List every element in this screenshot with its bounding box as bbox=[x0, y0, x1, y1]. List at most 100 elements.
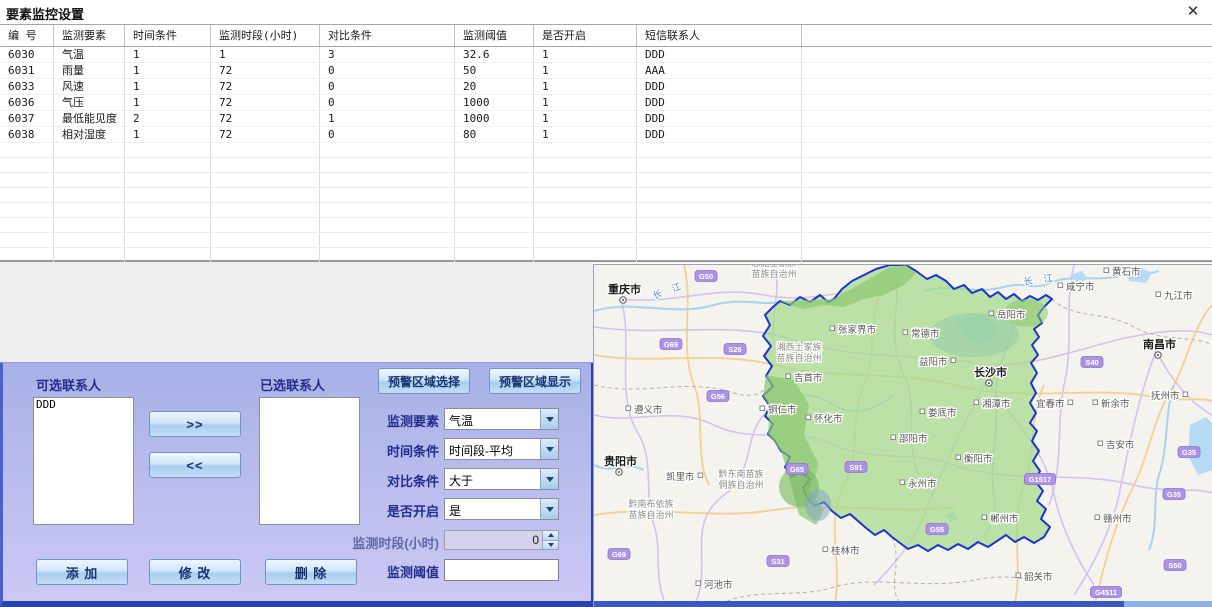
table-cell bbox=[637, 188, 802, 202]
move-left-button[interactable]: << bbox=[149, 452, 241, 478]
road-badge: G69 bbox=[660, 339, 682, 350]
table-filler bbox=[802, 203, 1212, 217]
table-row[interactable]: 6038相对湿度1720801DDD bbox=[0, 127, 1212, 143]
svg-text:永州市: 永州市 bbox=[908, 478, 937, 490]
table-cell bbox=[534, 173, 637, 187]
table-filler bbox=[802, 95, 1212, 110]
table-cell bbox=[534, 143, 637, 157]
column-header[interactable]: 时间条件 bbox=[125, 25, 211, 46]
table-cell: DDD bbox=[637, 79, 802, 94]
column-header[interactable]: 监测阈值 bbox=[455, 25, 534, 46]
column-header[interactable]: 编 号 bbox=[0, 25, 54, 46]
compare-condition-select[interactable]: 大于 bbox=[444, 468, 559, 490]
table-cell: 6033 bbox=[0, 79, 54, 94]
element-select[interactable]: 气温 bbox=[444, 408, 559, 430]
table-cell: 最低能见度 bbox=[54, 111, 125, 126]
table-empty-row bbox=[0, 158, 1212, 173]
table-cell: 1 bbox=[534, 111, 637, 126]
table-header-row: 编 号监测要素时间条件监测时段(小时)对比条件监测阈值是否开启短信联系人 bbox=[0, 25, 1212, 47]
svg-text:九江市: 九江市 bbox=[1164, 290, 1193, 302]
road-badge: G35 bbox=[1163, 489, 1185, 500]
table-cell bbox=[125, 173, 211, 187]
table-cell: 1 bbox=[211, 47, 320, 62]
table-cell bbox=[320, 218, 455, 232]
threshold-label: 监测阈值 bbox=[325, 562, 439, 581]
warning-region-display-button[interactable]: 预警区域显示 bbox=[489, 368, 581, 394]
table-cell bbox=[54, 158, 125, 172]
add-button[interactable]: 添 加 bbox=[36, 559, 128, 585]
map-panel[interactable]: G50G69S26G56S40G65S91G1517G35G35S50G4511… bbox=[593, 264, 1212, 607]
table-empty-row bbox=[0, 173, 1212, 188]
table-filler bbox=[802, 188, 1212, 202]
road-badge: S26 bbox=[724, 344, 746, 355]
time-condition-select[interactable]: 时间段-平均 bbox=[444, 438, 559, 460]
list-item[interactable]: DDD bbox=[34, 398, 133, 411]
svg-text:常德市: 常德市 bbox=[911, 328, 940, 340]
table-row[interactable]: 6030气温11332.61DDD bbox=[0, 47, 1212, 63]
available-contacts-listbox[interactable]: DDD bbox=[33, 397, 134, 525]
move-right-button[interactable]: >> bbox=[149, 411, 241, 437]
table-cell: 20 bbox=[455, 79, 534, 94]
threshold-input[interactable] bbox=[444, 559, 559, 581]
chevron-down-icon[interactable] bbox=[540, 439, 558, 459]
svg-text:S31: S31 bbox=[771, 557, 784, 566]
table-cell bbox=[211, 203, 320, 217]
svg-text:岳阳市: 岳阳市 bbox=[997, 309, 1026, 321]
column-header[interactable]: 对比条件 bbox=[320, 25, 455, 46]
table-row[interactable]: 6031雨量1720501AAA bbox=[0, 63, 1212, 79]
table-row[interactable]: 6036气压172010001DDD bbox=[0, 95, 1212, 111]
chevron-down-icon[interactable] bbox=[540, 469, 558, 489]
road-badge: G56 bbox=[707, 391, 729, 402]
table-cell bbox=[125, 203, 211, 217]
table-cell bbox=[0, 173, 54, 187]
table-cell: 1 bbox=[534, 79, 637, 94]
map-horizontal-scrollbar[interactable] bbox=[594, 601, 1212, 607]
column-header[interactable]: 是否开启 bbox=[534, 25, 637, 46]
svg-text:黄石市: 黄石市 bbox=[1112, 266, 1141, 278]
table-cell: 3 bbox=[320, 47, 455, 62]
table-cell: 1 bbox=[125, 95, 211, 110]
table-filler bbox=[802, 127, 1212, 142]
table-cell bbox=[211, 233, 320, 247]
settings-panel: 预警区域选择 预警区域显示 可选联系人 已选联系人 DDD >> << 添 加 … bbox=[0, 363, 593, 607]
column-header[interactable]: 短信联系人 bbox=[637, 25, 802, 46]
enabled-select[interactable]: 是 bbox=[444, 498, 559, 520]
table-cell: 6037 bbox=[0, 111, 54, 126]
table-row[interactable]: 6033风速1720201DDD bbox=[0, 79, 1212, 95]
svg-text:衡阳市: 衡阳市 bbox=[964, 453, 993, 465]
table-filler bbox=[802, 25, 1212, 46]
svg-text:G1517: G1517 bbox=[1029, 475, 1052, 484]
table-cell bbox=[320, 248, 455, 262]
time-condition-select-value: 时间段-平均 bbox=[445, 439, 540, 459]
table-empty-row bbox=[0, 143, 1212, 158]
modify-button[interactable]: 修 改 bbox=[149, 559, 241, 585]
map-scrollbar-thumb[interactable] bbox=[1124, 601, 1212, 607]
column-header[interactable]: 监测要素 bbox=[54, 25, 125, 46]
spinner-up-icon[interactable] bbox=[543, 531, 558, 541]
svg-text:G65: G65 bbox=[790, 465, 804, 474]
svg-text:郴州市: 郴州市 bbox=[990, 513, 1019, 525]
table-cell bbox=[455, 203, 534, 217]
svg-text:遵义市: 遵义市 bbox=[634, 404, 663, 416]
table-cell: DDD bbox=[637, 95, 802, 110]
table-cell: 1000 bbox=[455, 95, 534, 110]
table-cell bbox=[320, 158, 455, 172]
table-cell bbox=[211, 158, 320, 172]
table-cell: 6031 bbox=[0, 63, 54, 78]
table-cell: 1 bbox=[534, 63, 637, 78]
chevron-down-icon[interactable] bbox=[540, 409, 558, 429]
table-cell bbox=[637, 158, 802, 172]
spinner-down-icon[interactable] bbox=[543, 541, 558, 550]
table-row[interactable]: 6037最低能见度272110001DDD bbox=[0, 111, 1212, 127]
table-filler bbox=[802, 173, 1212, 187]
warning-region-select-button[interactable]: 预警区域选择 bbox=[378, 368, 470, 394]
table-cell bbox=[54, 248, 125, 262]
close-icon[interactable]: ✕ bbox=[1184, 3, 1202, 21]
chevron-down-icon[interactable] bbox=[540, 499, 558, 519]
svg-text:咸宁市: 咸宁市 bbox=[1066, 281, 1095, 293]
column-header[interactable]: 监测时段(小时) bbox=[211, 25, 320, 46]
svg-text:G55: G55 bbox=[930, 525, 944, 534]
svg-text:苗族自治州: 苗族自治州 bbox=[776, 352, 821, 363]
period-spinner[interactable]: 0 bbox=[444, 530, 559, 550]
province-blue-blob bbox=[805, 489, 831, 521]
